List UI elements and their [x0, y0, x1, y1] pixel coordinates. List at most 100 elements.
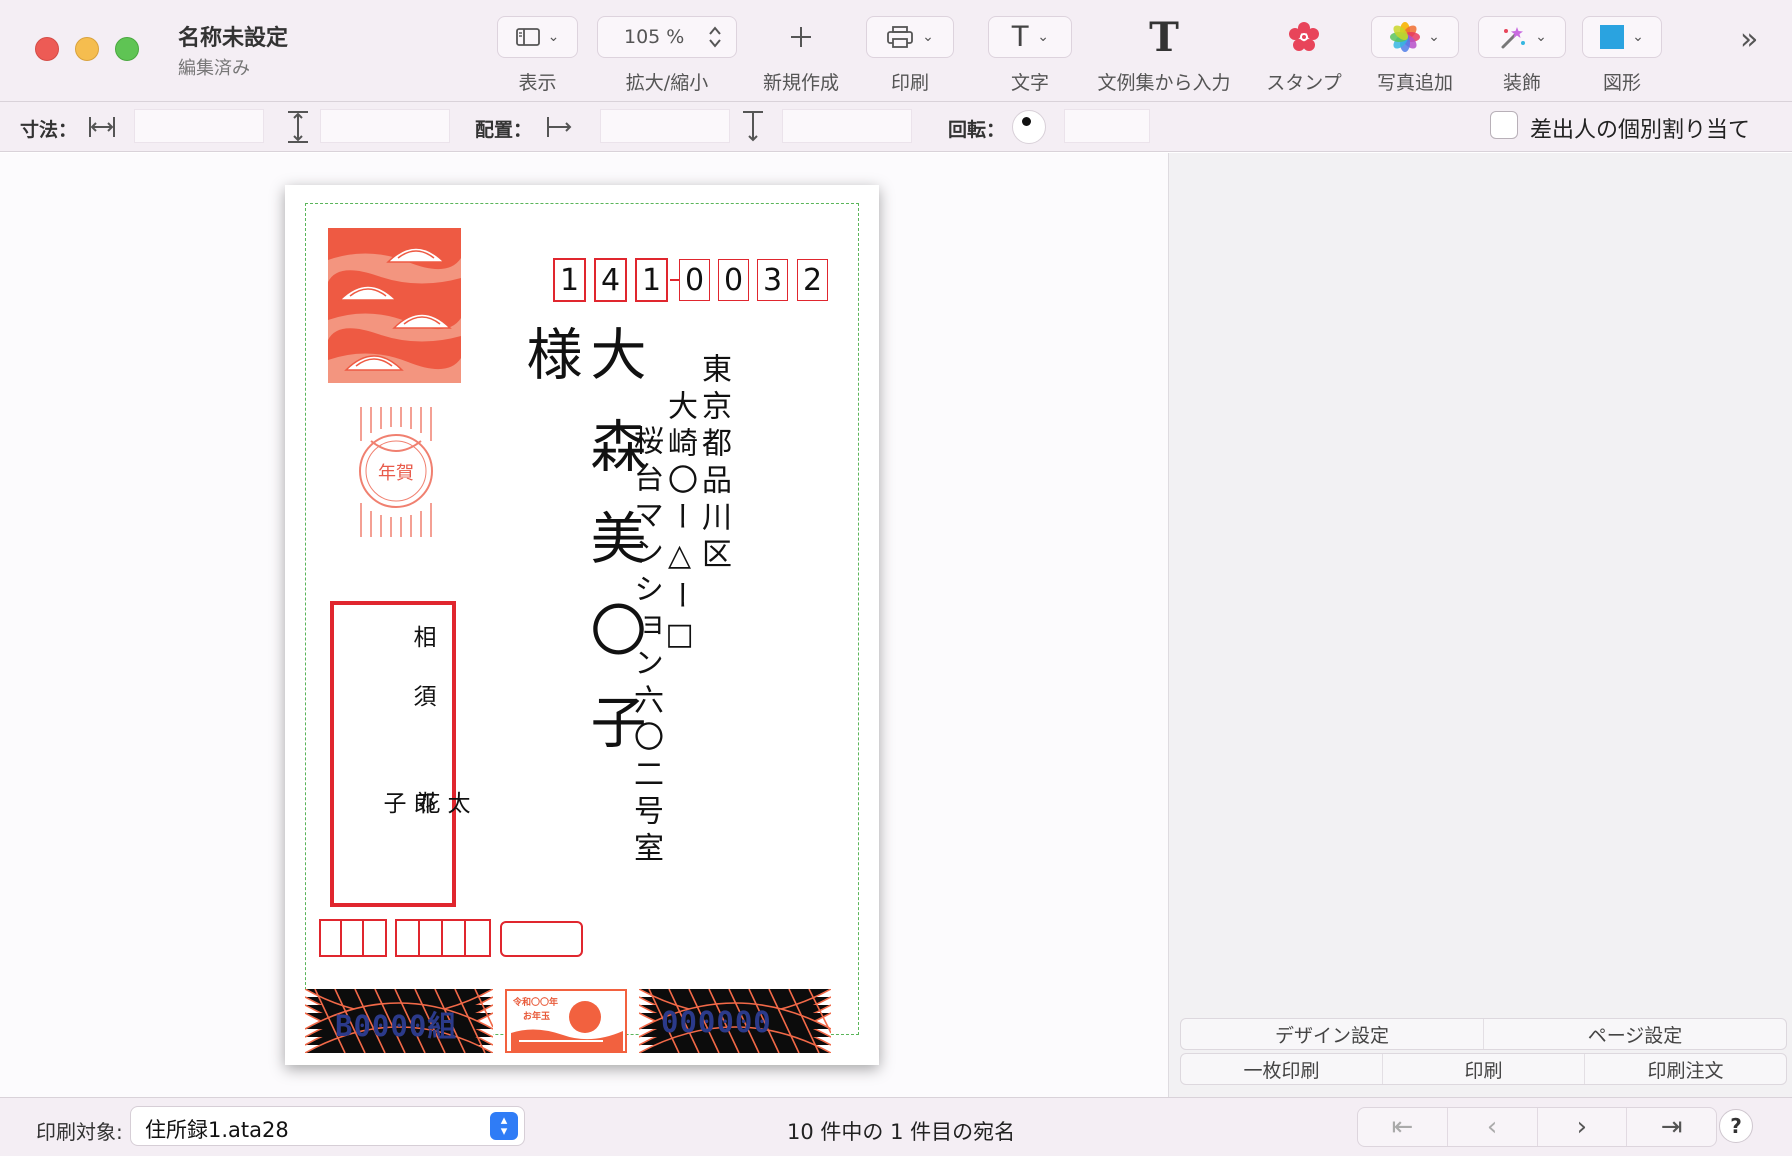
sidebar-icon: [515, 28, 540, 46]
size-label: 寸法：: [20, 119, 78, 141]
position-label: 配置：: [475, 119, 533, 141]
decor-label: 装飾: [1502, 72, 1541, 94]
sender-name-2: 花子: [379, 791, 439, 850]
zip-digit-box[interactable]: 3: [757, 259, 788, 301]
zip-digit-box[interactable]: 0: [679, 259, 710, 301]
width-icon: [89, 117, 115, 137]
photo-button[interactable]: ⌄: [1371, 16, 1459, 58]
photo-label: 写真追加: [1376, 72, 1453, 94]
zip-digit-box[interactable]: 4: [594, 258, 627, 302]
stamp-button[interactable]: [1263, 16, 1345, 58]
shape-button[interactable]: ⌄: [1582, 16, 1662, 58]
x-position-input[interactable]: [600, 109, 730, 143]
zip-digit-box[interactable]: 1: [553, 258, 586, 302]
view-tool[interactable]: ⌄ 表示: [497, 16, 578, 95]
settings-segment: デザイン設定 ページ設定: [1180, 1018, 1787, 1050]
sender-zip-first[interactable]: [319, 919, 387, 957]
stepper-icon: [709, 26, 721, 48]
lottery-group-number: B0000組: [335, 1009, 458, 1043]
chevron-down-icon: ⌄: [547, 29, 560, 45]
y-position-input[interactable]: [782, 109, 912, 143]
sender-surname: 相須: [409, 625, 435, 743]
print-order-button[interactable]: 印刷注文: [1585, 1054, 1786, 1084]
rotation-input[interactable]: [1064, 109, 1150, 143]
decor-button[interactable]: ⌄: [1478, 16, 1566, 58]
view-label: 表示: [518, 72, 557, 94]
print-button[interactable]: ⌄: [866, 16, 954, 58]
sender-box[interactable]: 相須 太郎 花子: [330, 601, 469, 907]
otoshidama-text: お年玉: [523, 1012, 551, 1022]
decor-tool[interactable]: ⌄ 装飾: [1478, 16, 1566, 95]
width-input[interactable]: [134, 109, 264, 143]
window-toolbar: 名称未設定 編集済み ⌄ 表示 105 % 拡大/縮小 新規作成 ⌄ 印刷 T …: [0, 0, 1792, 102]
toolbar-overflow-icon[interactable]: »: [1740, 22, 1758, 57]
minimize-window-button[interactable]: [75, 37, 99, 61]
phrases-label: 文例集から入力: [1097, 72, 1231, 94]
shape-tool[interactable]: ⌄ 図形: [1582, 16, 1662, 95]
document-status: 編集済み: [178, 58, 250, 79]
zip-digit-box[interactable]: 2: [797, 259, 828, 301]
next-record-icon[interactable]: ›: [1538, 1108, 1628, 1146]
print-tool[interactable]: ⌄ 印刷: [866, 16, 954, 95]
design-settings-button[interactable]: デザイン設定: [1181, 1019, 1484, 1049]
sender-zip-last[interactable]: [395, 919, 491, 957]
zip-digit-box[interactable]: 1: [635, 258, 668, 302]
new-tool[interactable]: 新規作成: [760, 16, 842, 95]
postage-stamp-image: [328, 228, 461, 383]
print-segment: 一枚印刷 印刷 印刷注文: [1180, 1053, 1787, 1085]
stamp-tool[interactable]: スタンプ: [1263, 16, 1345, 95]
lottery-number: 000000: [661, 1005, 772, 1039]
first-record-icon[interactable]: ⇤: [1358, 1108, 1448, 1146]
page-settings-button[interactable]: ページ設定: [1484, 1019, 1786, 1049]
chevron-down-icon: ⌄: [1037, 29, 1050, 45]
recipient-name[interactable]: 大森美〇子様: [517, 325, 646, 845]
nenga-mark: 年賀: [355, 407, 437, 537]
per-sender-checkbox[interactable]: [1490, 111, 1518, 139]
print-target-value: 住所録1.ata28: [145, 1118, 289, 1142]
zip-separator: [670, 279, 679, 281]
plus-icon: [791, 27, 811, 47]
zoom-value: 105 %: [624, 26, 685, 48]
height-input[interactable]: [320, 109, 450, 143]
help-button[interactable]: ?: [1719, 1109, 1753, 1143]
last-record-icon[interactable]: ⇥: [1627, 1108, 1716, 1146]
nenga-text: 年賀: [378, 463, 414, 484]
recipient-address-3[interactable]: 桜台マンション六〇二号室: [628, 425, 663, 869]
recipient-address-2[interactable]: 大崎〇ー△ー□: [662, 390, 697, 659]
stamp-label: スタンプ: [1266, 72, 1342, 94]
phrases-tool[interactable]: T 文例集から入力: [1094, 13, 1234, 95]
era-year-text: 令和〇〇年: [513, 998, 559, 1008]
sender-extra-box[interactable]: [500, 921, 583, 957]
new-button[interactable]: [760, 16, 842, 58]
zoom-window-button[interactable]: [115, 37, 139, 61]
text-t-icon: T: [1010, 20, 1030, 53]
print-single-button[interactable]: 一枚印刷: [1181, 1054, 1383, 1084]
close-window-button[interactable]: [35, 37, 59, 61]
view-button[interactable]: ⌄: [497, 16, 578, 58]
print-target-label: 印刷対象:: [36, 1120, 123, 1144]
zoom-stepper[interactable]: 105 %: [597, 16, 737, 58]
text-button[interactable]: T ⌄: [988, 16, 1072, 58]
photo-tool[interactable]: ⌄ 写真追加: [1371, 16, 1459, 95]
text-tool[interactable]: T ⌄ 文字: [988, 16, 1072, 95]
shape-label: 図形: [1602, 72, 1641, 94]
chevron-down-icon: ⌄: [1535, 29, 1547, 45]
zip-digit-box[interactable]: 0: [718, 259, 749, 301]
print-all-button[interactable]: 印刷: [1383, 1054, 1585, 1084]
recipient-address-1[interactable]: 東京都品川区: [696, 353, 731, 575]
phrases-button[interactable]: T: [1094, 13, 1234, 61]
serif-t-icon: T: [1149, 13, 1179, 61]
zoom-tool[interactable]: 105 % 拡大/縮小: [597, 16, 737, 95]
rotation-label: 回転：: [948, 119, 1006, 141]
rotation-dial[interactable]: [1012, 110, 1046, 144]
property-bar: 寸法： 配置： 回転：: [0, 102, 1792, 152]
otoshidama-mark: 令和〇〇年 お年玉: [505, 989, 627, 1053]
lottery-group-band: B0000組: [304, 988, 494, 1054]
height-icon: [288, 111, 308, 143]
print-target-select[interactable]: 住所録1.ata28 ▴ ▾: [130, 1106, 525, 1146]
printer-icon: [887, 26, 914, 48]
previous-record-icon[interactable]: ‹: [1448, 1108, 1538, 1146]
photos-icon: [1390, 22, 1421, 52]
postcard[interactable]: 年賀 1410032 大森美〇子様 東京都品川区 大崎〇ー△ー□ 桜台マンション…: [285, 185, 879, 1065]
select-stepper-icon: ▴ ▾: [490, 1112, 518, 1140]
